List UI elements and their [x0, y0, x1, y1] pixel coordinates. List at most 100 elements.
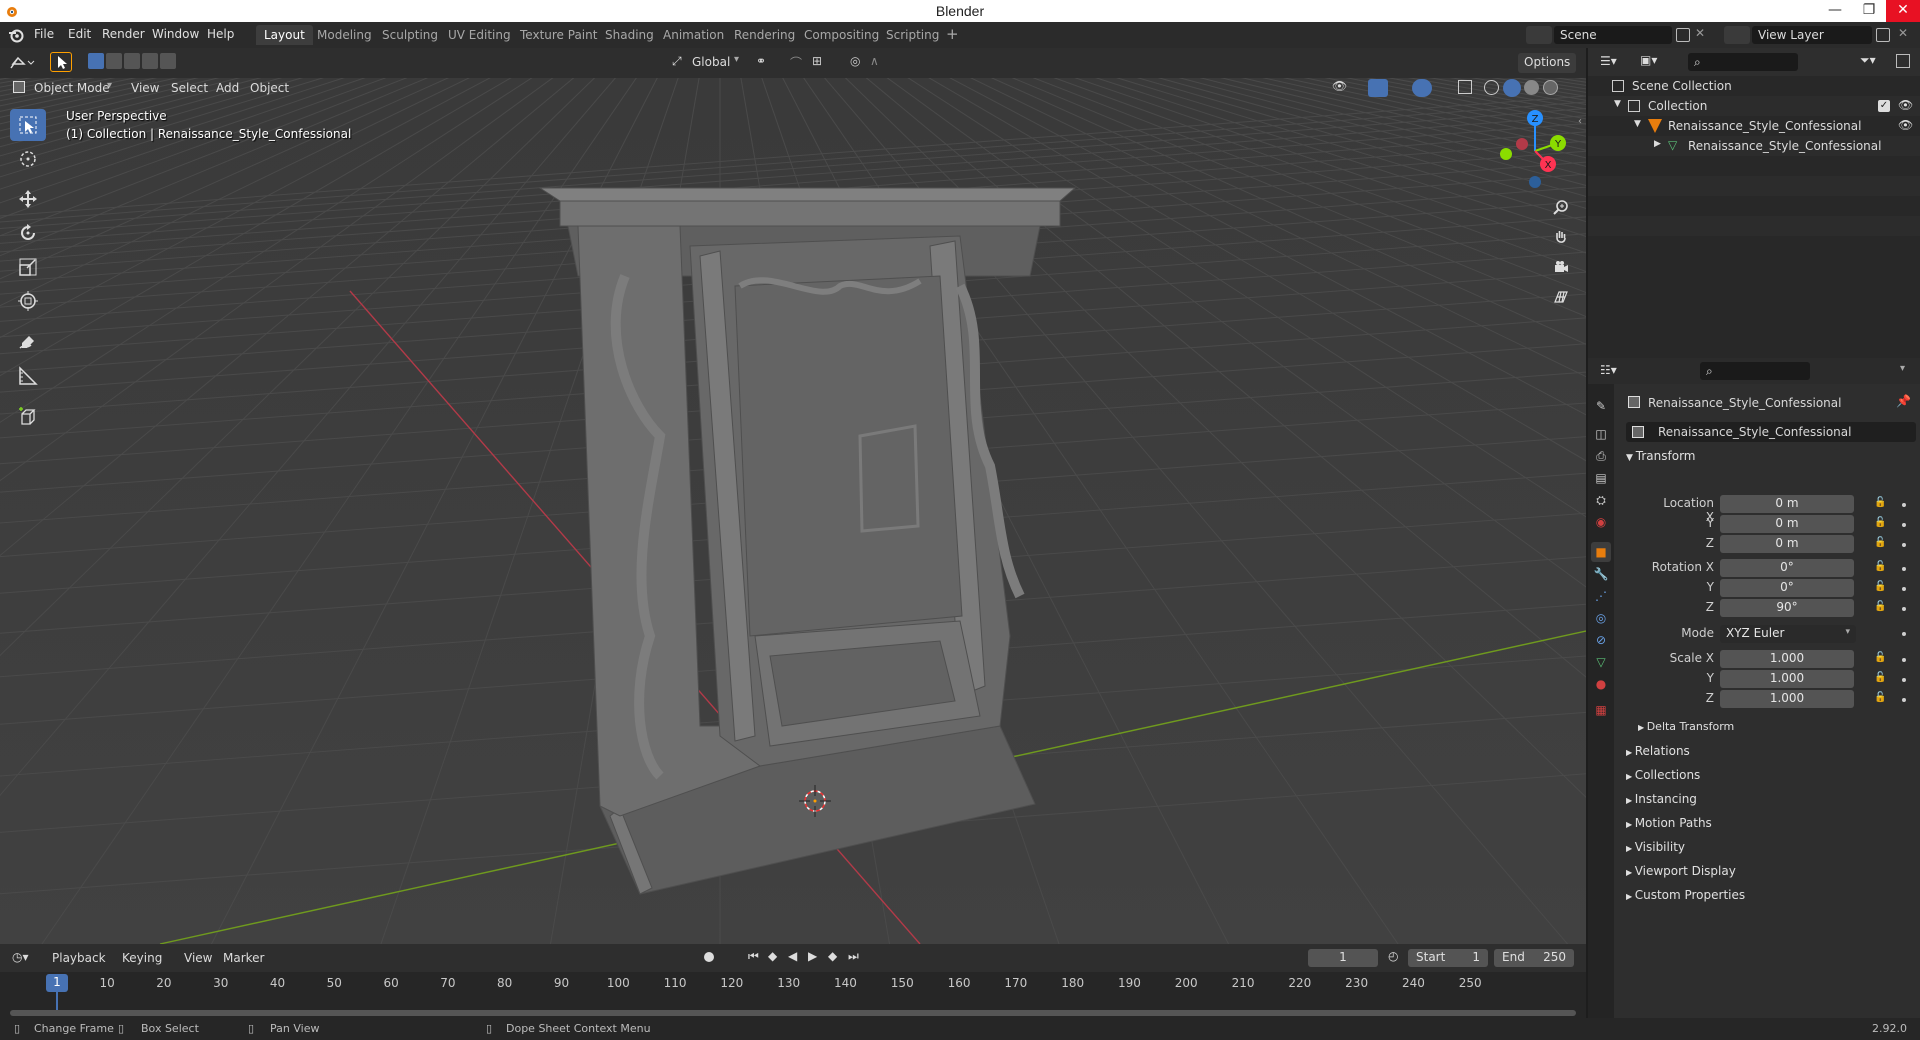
location-y-field[interactable]: 0 m [1720, 515, 1854, 533]
play-reverse-icon[interactable]: ◀ [788, 949, 797, 963]
exclude-checkbox-icon[interactable]: ✓ [1878, 100, 1890, 112]
delete-view-layer-icon[interactable]: ✕ [1898, 26, 1908, 40]
object-tab[interactable]: ■ [1591, 542, 1611, 562]
location-x-field[interactable]: 0 m [1720, 495, 1854, 513]
visibility-icon[interactable]: 👁 [1332, 79, 1347, 93]
annotate-tool[interactable] [10, 326, 46, 358]
outliner-row-mesh-data[interactable]: ▶ ▽ Renaissance_Style_Confessional [1588, 136, 1920, 156]
instancing-panel-header[interactable]: ▶ Instancing [1626, 792, 1697, 806]
filter-icon[interactable]: ⏷▾ [1860, 53, 1876, 68]
timeline-editor[interactable]: ◷▾ Playback Keying View Marker ⏮ ◆ ◀ ▶ ◆… [0, 944, 1586, 1024]
keyframe-dot[interactable] [1902, 658, 1906, 662]
material-tab[interactable]: ● [1591, 674, 1611, 694]
rotation-x-field[interactable]: 0° [1720, 559, 1854, 577]
properties-search-input[interactable]: ⌕ [1700, 362, 1810, 380]
properties-editor-icon[interactable]: ☷▾ [1600, 363, 1617, 377]
outliner-search-input[interactable]: ⌕ [1688, 53, 1798, 71]
timeline-editor-icon[interactable]: ◷▾ [12, 950, 29, 964]
viewport-menu-add[interactable]: Add [216, 81, 239, 95]
scale-x-field[interactable]: 1.000 [1720, 650, 1854, 668]
delete-scene-icon[interactable]: ✕ [1695, 26, 1705, 40]
tab-rendering[interactable]: Rendering [726, 25, 803, 45]
visibility-panel-header[interactable]: ▶ Visibility [1626, 840, 1685, 854]
rotation-y-field[interactable]: 0° [1720, 579, 1854, 597]
rotate-tool[interactable] [10, 217, 46, 249]
keyframe-dot[interactable] [1902, 567, 1906, 571]
select-invert-icon[interactable] [142, 53, 158, 69]
blender-menu-icon[interactable] [8, 27, 24, 46]
overlay-toggle-icon[interactable] [1412, 79, 1432, 97]
keyframe-dot[interactable] [1902, 523, 1906, 527]
tool-tab[interactable]: ✎ [1591, 396, 1611, 416]
viewport-menu-select[interactable]: Select [171, 81, 208, 95]
zoom-view-button[interactable] [1548, 194, 1574, 220]
jump-keyframe-forward-icon[interactable]: ◆ [828, 949, 837, 963]
select-subtract-icon[interactable] [124, 53, 140, 69]
current-frame-indicator[interactable]: 1 [46, 974, 68, 992]
lock-icon[interactable]: 🔓 [1874, 561, 1886, 572]
scale-y-field[interactable]: 1.000 [1720, 670, 1854, 688]
expand-arrow-icon[interactable]: ▼ [1634, 119, 1641, 129]
snap-target-icon[interactable]: ⊞ [812, 54, 822, 68]
scale-z-field[interactable]: 1.000 [1720, 690, 1854, 708]
new-scene-icon[interactable] [1676, 28, 1690, 42]
properties-options-chevron-icon[interactable]: ▾ [1900, 363, 1905, 374]
menu-edit[interactable]: Edit [68, 27, 91, 41]
custom-properties-panel-header[interactable]: ▶ Custom Properties [1626, 888, 1745, 902]
view-layer-icon[interactable] [1724, 26, 1750, 44]
view-layer-field[interactable]: View Layer [1752, 26, 1872, 44]
menu-file[interactable]: File [34, 27, 54, 41]
lock-icon[interactable]: 🔓 [1874, 601, 1886, 612]
play-icon[interactable]: ▶ [808, 949, 817, 963]
select-box-tool[interactable] [10, 109, 46, 141]
falloff-icon[interactable]: ∧ [870, 54, 879, 68]
xray-toggle-icon[interactable] [1458, 80, 1472, 94]
constraints-tab[interactable]: ⊘ [1591, 630, 1611, 650]
scene-name-field[interactable]: Scene [1554, 26, 1672, 44]
menu-help[interactable]: Help [207, 27, 234, 41]
select-extend-icon[interactable] [106, 53, 122, 69]
outliner-editor-icon[interactable]: ☰▾ [1600, 54, 1617, 68]
add-cube-tool[interactable] [10, 401, 46, 433]
jump-end-icon[interactable]: ⏭ [848, 949, 859, 964]
particles-tab[interactable]: ⋰ [1591, 586, 1611, 606]
menu-render[interactable]: Render [102, 27, 145, 41]
modifier-tab[interactable]: 🔧 [1591, 564, 1611, 584]
delta-transform-subpanel[interactable]: ▶ Delta Transform [1638, 720, 1734, 733]
minimize-button[interactable]: — [1818, 0, 1852, 22]
scene-tab[interactable]: ⛭ [1591, 490, 1611, 510]
relations-panel-header[interactable]: ▶ Relations [1626, 744, 1690, 758]
end-frame-field[interactable]: End 250 [1494, 949, 1574, 967]
tab-texture-paint[interactable]: Texture Paint [512, 25, 605, 45]
tab-layout[interactable]: Layout [256, 25, 313, 45]
tab-sculpting[interactable]: Sculpting [374, 25, 446, 45]
object-name-field[interactable]: Renaissance_Style_Confessional [1658, 425, 1851, 439]
data-tab[interactable]: ▽ [1591, 652, 1611, 672]
rotation-z-field[interactable]: 90° [1720, 599, 1854, 617]
timeline-menu-view[interactable]: View [184, 951, 212, 965]
start-frame-field[interactable]: Start 1 [1408, 949, 1488, 967]
proportional-edit-icon[interactable]: ◎ [850, 54, 860, 68]
material-shading-icon[interactable] [1524, 80, 1539, 95]
keyframe-dot[interactable] [1902, 678, 1906, 682]
location-z-field[interactable]: 0 m [1720, 535, 1854, 553]
tab-animation[interactable]: Animation [655, 25, 732, 45]
editor-type-icon[interactable] [8, 54, 36, 72]
keyframe-dot[interactable] [1902, 587, 1906, 591]
cursor-tool[interactable] [10, 143, 46, 175]
output-tab[interactable]: ⎙ [1591, 446, 1611, 466]
menu-window[interactable]: Window [152, 27, 199, 41]
render-tab[interactable]: ◫ [1591, 424, 1611, 444]
display-mode-icon[interactable]: ▣▾ [1640, 53, 1657, 67]
orientation-dropdown[interactable]: Global [692, 55, 730, 69]
solid-shading-icon[interactable] [1503, 79, 1521, 97]
close-button[interactable]: ✕ [1886, 0, 1920, 22]
camera-view-button[interactable] [1548, 254, 1574, 280]
gizmo-toggle-icon[interactable] [1368, 79, 1388, 97]
texture-tab[interactable]: ▦ [1591, 700, 1611, 720]
viewport-display-panel-header[interactable]: ▶ Viewport Display [1626, 864, 1736, 878]
restore-button[interactable]: ❐ [1852, 0, 1886, 22]
sidebar-toggle-icon[interactable]: ‹ [1578, 116, 1582, 127]
current-frame-field[interactable]: 1 [1308, 949, 1378, 967]
keyframe-dot[interactable] [1902, 503, 1906, 507]
